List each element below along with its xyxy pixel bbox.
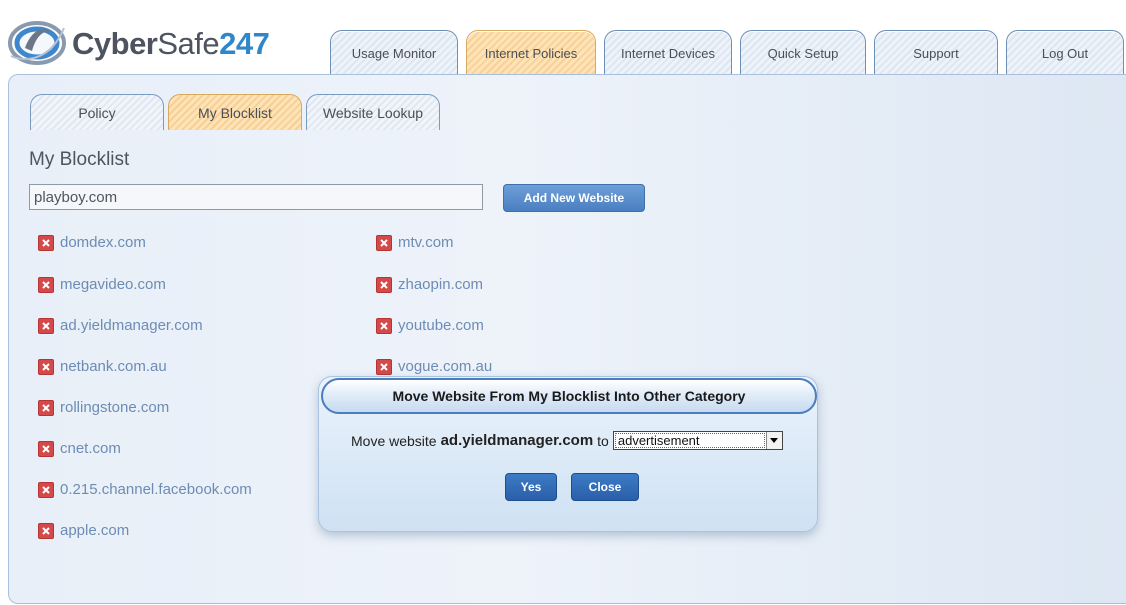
blocklist-item[interactable]: apple.com xyxy=(38,522,129,539)
blocklist-item-label[interactable]: apple.com xyxy=(60,522,129,539)
blocklist-item[interactable]: zhaopin.com xyxy=(376,276,483,293)
sub-nav-tabs: Policy My Blocklist Website Lookup xyxy=(30,94,444,130)
remove-icon[interactable] xyxy=(38,276,54,293)
blocklist-item[interactable]: 0.215.channel.facebook.com xyxy=(38,481,252,498)
remove-icon[interactable] xyxy=(376,358,392,375)
add-new-website-button[interactable]: Add New Website xyxy=(503,184,645,212)
dialog-title: Move Website From My Blocklist Into Othe… xyxy=(321,378,817,414)
remove-icon[interactable] xyxy=(38,317,54,334)
close-button[interactable]: Close xyxy=(571,473,639,501)
tab-internet-policies[interactable]: Internet Policies xyxy=(466,30,596,74)
blocklist-item[interactable]: megavideo.com xyxy=(38,276,166,293)
blocklist-item-label[interactable]: 0.215.channel.facebook.com xyxy=(60,481,252,498)
blocklist-item-label[interactable]: netbank.com.au xyxy=(60,358,167,375)
brand-logo: CyberSafe247 xyxy=(6,18,270,68)
blocklist-item[interactable]: rollingstone.com xyxy=(38,399,169,416)
blocklist-item-label[interactable]: mtv.com xyxy=(398,234,454,251)
remove-icon[interactable] xyxy=(38,481,54,498)
blocklist-item-label[interactable]: megavideo.com xyxy=(60,276,166,293)
remove-icon[interactable] xyxy=(38,358,54,375)
remove-icon[interactable] xyxy=(376,276,392,293)
website-input[interactable] xyxy=(29,184,483,210)
category-select[interactable]: advertisement xyxy=(612,431,783,450)
dialog-message: Move website ad.yieldmanager.com to adve… xyxy=(351,431,783,450)
remove-icon[interactable] xyxy=(38,522,54,539)
page-title: My Blocklist xyxy=(29,149,130,170)
tab-log-out[interactable]: Log Out xyxy=(1006,30,1124,74)
tab-internet-devices[interactable]: Internet Devices xyxy=(604,30,732,74)
subtab-policy[interactable]: Policy xyxy=(30,94,164,130)
blocklist-item-label[interactable]: youtube.com xyxy=(398,317,484,334)
blocklist-item[interactable]: domdex.com xyxy=(38,234,146,251)
tab-quick-setup[interactable]: Quick Setup xyxy=(740,30,866,74)
blocklist-item[interactable]: cnet.com xyxy=(38,440,121,457)
blocklist-item-label[interactable]: domdex.com xyxy=(60,234,146,251)
brand-name-safe: Safe xyxy=(157,25,220,61)
blocklist-item-label[interactable]: rollingstone.com xyxy=(60,399,169,416)
remove-icon[interactable] xyxy=(376,234,392,251)
blocklist-item-label[interactable]: cnet.com xyxy=(60,440,121,457)
blocklist-item[interactable]: netbank.com.au xyxy=(38,358,167,375)
top-nav-tabs: Usage Monitor Internet Policies Internet… xyxy=(330,30,1124,76)
blocklist-item-label[interactable]: vogue.com.au xyxy=(398,358,492,375)
dialog-to-text: to xyxy=(597,432,609,449)
app-window: CyberSafe247 Usage Monitor Internet Poli… xyxy=(0,0,1126,605)
remove-icon[interactable] xyxy=(38,399,54,416)
blocklist-item-label[interactable]: zhaopin.com xyxy=(398,276,483,293)
dialog-prefix-text: Move website xyxy=(351,432,437,449)
move-website-dialog: Move Website From My Blocklist Into Othe… xyxy=(318,376,818,532)
cybersafe-logo-icon xyxy=(8,21,66,65)
blocklist-item-label[interactable]: ad.yieldmanager.com xyxy=(60,317,203,334)
brand-name-247: 247 xyxy=(219,25,270,61)
blocklist-item[interactable]: ad.yieldmanager.com xyxy=(38,317,203,334)
tab-support[interactable]: Support xyxy=(874,30,998,74)
brand-name-cyber: Cyber xyxy=(72,25,158,61)
remove-icon[interactable] xyxy=(38,440,54,457)
blocklist-item[interactable]: youtube.com xyxy=(376,317,484,334)
brand-name: CyberSafe247 xyxy=(72,25,270,61)
blocklist-item[interactable]: mtv.com xyxy=(376,234,454,251)
category-select-value[interactable]: advertisement xyxy=(614,433,765,448)
dialog-website-name: ad.yieldmanager.com xyxy=(440,432,594,449)
subtab-my-blocklist[interactable]: My Blocklist xyxy=(168,94,302,130)
remove-icon[interactable] xyxy=(376,317,392,334)
blocklist-item[interactable]: vogue.com.au xyxy=(376,358,492,375)
yes-button[interactable]: Yes xyxy=(505,473,557,501)
tab-usage-monitor[interactable]: Usage Monitor xyxy=(330,30,458,74)
subtab-website-lookup[interactable]: Website Lookup xyxy=(306,94,440,130)
remove-icon[interactable] xyxy=(38,234,54,251)
chevron-down-icon[interactable] xyxy=(765,432,782,449)
